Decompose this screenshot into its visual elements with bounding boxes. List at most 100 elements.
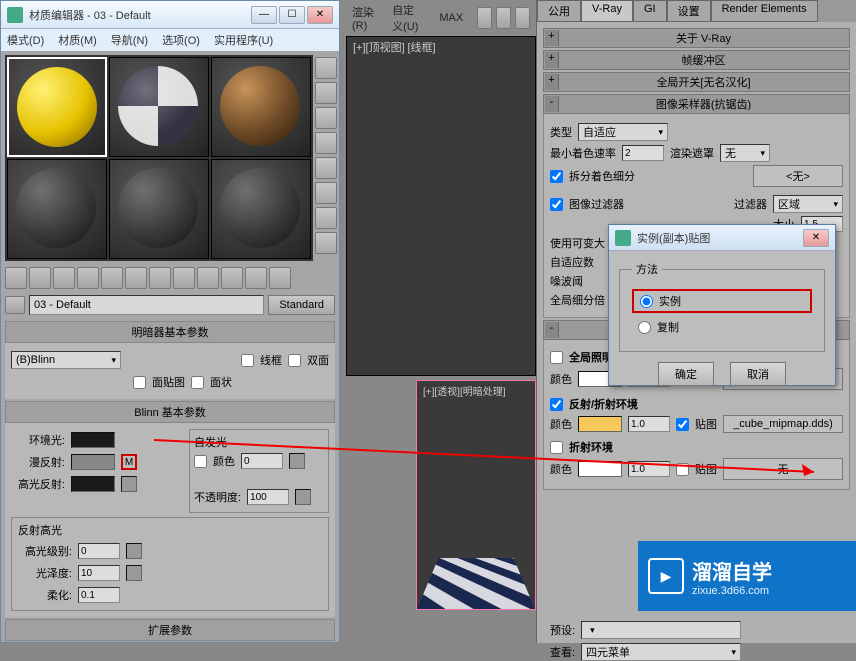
diffuse-swatch[interactable]	[71, 454, 115, 470]
copy-radio[interactable]	[638, 321, 651, 334]
go-sibling-btn[interactable]	[269, 267, 291, 289]
soften-spinner[interactable]: 0.1	[78, 587, 120, 603]
refr-map-checkbox[interactable]	[676, 463, 689, 476]
vr-about-header[interactable]: +关于 V-Ray	[543, 28, 850, 48]
show-map-btn[interactable]	[197, 267, 219, 289]
mat-id-btn[interactable]	[173, 267, 195, 289]
sample-type-btn[interactable]	[315, 57, 337, 79]
preset-dropdown[interactable]	[581, 621, 741, 639]
render-mask-dropdown[interactable]: 无	[720, 144, 770, 162]
reset-btn[interactable]	[77, 267, 99, 289]
refl-map-checkbox[interactable]	[676, 418, 689, 431]
menu-custom[interactable]: 自定义(U)	[386, 0, 429, 36]
specular-map-button[interactable]	[121, 476, 137, 492]
menu-render[interactable]: 渲染(R)	[346, 2, 382, 34]
menu-material[interactable]: 材质(M)	[58, 32, 97, 48]
sample-uv-btn[interactable]	[315, 132, 337, 154]
self-illum-checkbox[interactable]	[194, 455, 207, 468]
menu-options[interactable]: 选项(O)	[162, 32, 200, 48]
background-btn[interactable]	[315, 107, 337, 129]
vr-global-header[interactable]: +全局开关[无名汉化]	[543, 72, 850, 92]
maximize-button[interactable]: ☐	[279, 6, 305, 24]
instance-radio[interactable]	[640, 295, 653, 308]
refl-color-swatch[interactable]	[578, 416, 622, 432]
slot-4[interactable]	[7, 159, 107, 259]
glossiness-spinner[interactable]: 10	[78, 565, 120, 581]
refr-env-checkbox[interactable]	[550, 441, 563, 454]
view-dropdown[interactable]: 四元菜单	[581, 643, 741, 661]
wire-checkbox[interactable]	[241, 354, 254, 367]
copy-btn[interactable]	[101, 267, 123, 289]
slot-5[interactable]	[109, 159, 209, 259]
menu-mode[interactable]: 模式(D)	[7, 32, 44, 48]
go-parent-btn[interactable]	[245, 267, 267, 289]
face-map-checkbox[interactable]	[133, 376, 146, 389]
backlight-btn[interactable]	[315, 82, 337, 104]
sampler-type-dropdown[interactable]: 自适应	[578, 123, 668, 141]
show-end-btn[interactable]	[221, 267, 243, 289]
preview-btn[interactable]	[315, 182, 337, 204]
refl-mult-spinner[interactable]: 1.0	[628, 416, 670, 432]
top-tool-1[interactable]	[477, 7, 492, 29]
tab-elements[interactable]: Render Elements	[711, 0, 818, 22]
tab-vray[interactable]: V-Ray	[581, 0, 633, 22]
dialog-close-button[interactable]: ✕	[803, 229, 829, 247]
filter-dropdown[interactable]: 区域	[773, 195, 843, 213]
rollout-header-shader[interactable]: 明暗器基本参数	[5, 321, 335, 343]
viewport-top[interactable]: [+][顶视图] [线框]	[346, 36, 536, 376]
material-name-input[interactable]	[29, 295, 264, 315]
self-illum-map[interactable]	[289, 453, 305, 469]
img-filter-checkbox[interactable]	[550, 198, 563, 211]
close-button[interactable]: ✕	[307, 6, 333, 24]
min-rate-spinner[interactable]: 2	[622, 145, 664, 161]
tab-settings[interactable]: 设置	[667, 0, 711, 22]
viewport-perspective[interactable]: [+][透视][明暗处理]	[416, 380, 536, 610]
none-button[interactable]: <无>	[753, 165, 843, 187]
slot-3[interactable]	[211, 57, 311, 157]
specular-swatch[interactable]	[71, 476, 115, 492]
menu-max[interactable]: MAX	[433, 10, 469, 26]
video-color-btn[interactable]	[315, 157, 337, 179]
diffuse-map-button[interactable]: M	[121, 454, 137, 470]
rollout-header-blinn[interactable]: Blinn 基本参数	[5, 401, 335, 423]
tab-common[interactable]: 公用	[537, 0, 581, 22]
divide-checkbox[interactable]	[550, 170, 563, 183]
slot-6[interactable]	[211, 159, 311, 259]
put-scene-btn[interactable]	[29, 267, 51, 289]
spec-level-map[interactable]	[126, 543, 142, 559]
vr-framebuf-header[interactable]: +帧缓冲区	[543, 50, 850, 70]
slot-1[interactable]	[7, 57, 107, 157]
refl-env-checkbox[interactable]	[550, 398, 563, 411]
refr-mult-spinner[interactable]: 1.0	[628, 461, 670, 477]
shader-dropdown[interactable]: (B)Blinn	[11, 351, 121, 369]
copy-radio-row[interactable]: 复制	[632, 317, 812, 337]
menu-nav[interactable]: 导航(N)	[111, 32, 148, 48]
opacity-map[interactable]	[295, 489, 311, 505]
gi-env-checkbox[interactable]	[550, 351, 563, 364]
refr-map-button[interactable]: 无	[723, 458, 843, 480]
slot-2[interactable]	[109, 57, 209, 157]
instance-radio-row[interactable]: 实例	[632, 289, 812, 313]
tab-gi[interactable]: GI	[633, 0, 667, 22]
rollout-header-ext[interactable]: 扩展参数	[5, 619, 335, 641]
make-unique-btn[interactable]	[125, 267, 147, 289]
vr-sampler-header[interactable]: -图像采样器(抗锯齿)	[543, 94, 850, 114]
refl-map-button[interactable]: _cube_mipmap.dds)	[723, 415, 843, 433]
put-library-btn[interactable]	[149, 267, 171, 289]
material-map-btn[interactable]	[315, 232, 337, 254]
menu-util[interactable]: 实用程序(U)	[214, 32, 273, 48]
material-type-button[interactable]: Standard	[268, 295, 335, 315]
two-sided-checkbox[interactable]	[288, 354, 301, 367]
glossiness-map[interactable]	[126, 565, 142, 581]
assign-btn[interactable]	[53, 267, 75, 289]
options-btn[interactable]	[315, 207, 337, 229]
get-material-btn[interactable]	[5, 267, 27, 289]
top-tool-3[interactable]	[515, 7, 530, 29]
spec-level-spinner[interactable]: 0	[78, 543, 120, 559]
refr-color-swatch[interactable]	[578, 461, 622, 477]
opacity-spinner[interactable]: 100	[247, 489, 289, 505]
pick-btn[interactable]	[5, 296, 25, 314]
ambient-swatch[interactable]	[71, 432, 115, 448]
top-tool-2[interactable]	[496, 7, 511, 29]
dialog-ok-button[interactable]: 确定	[658, 362, 714, 386]
